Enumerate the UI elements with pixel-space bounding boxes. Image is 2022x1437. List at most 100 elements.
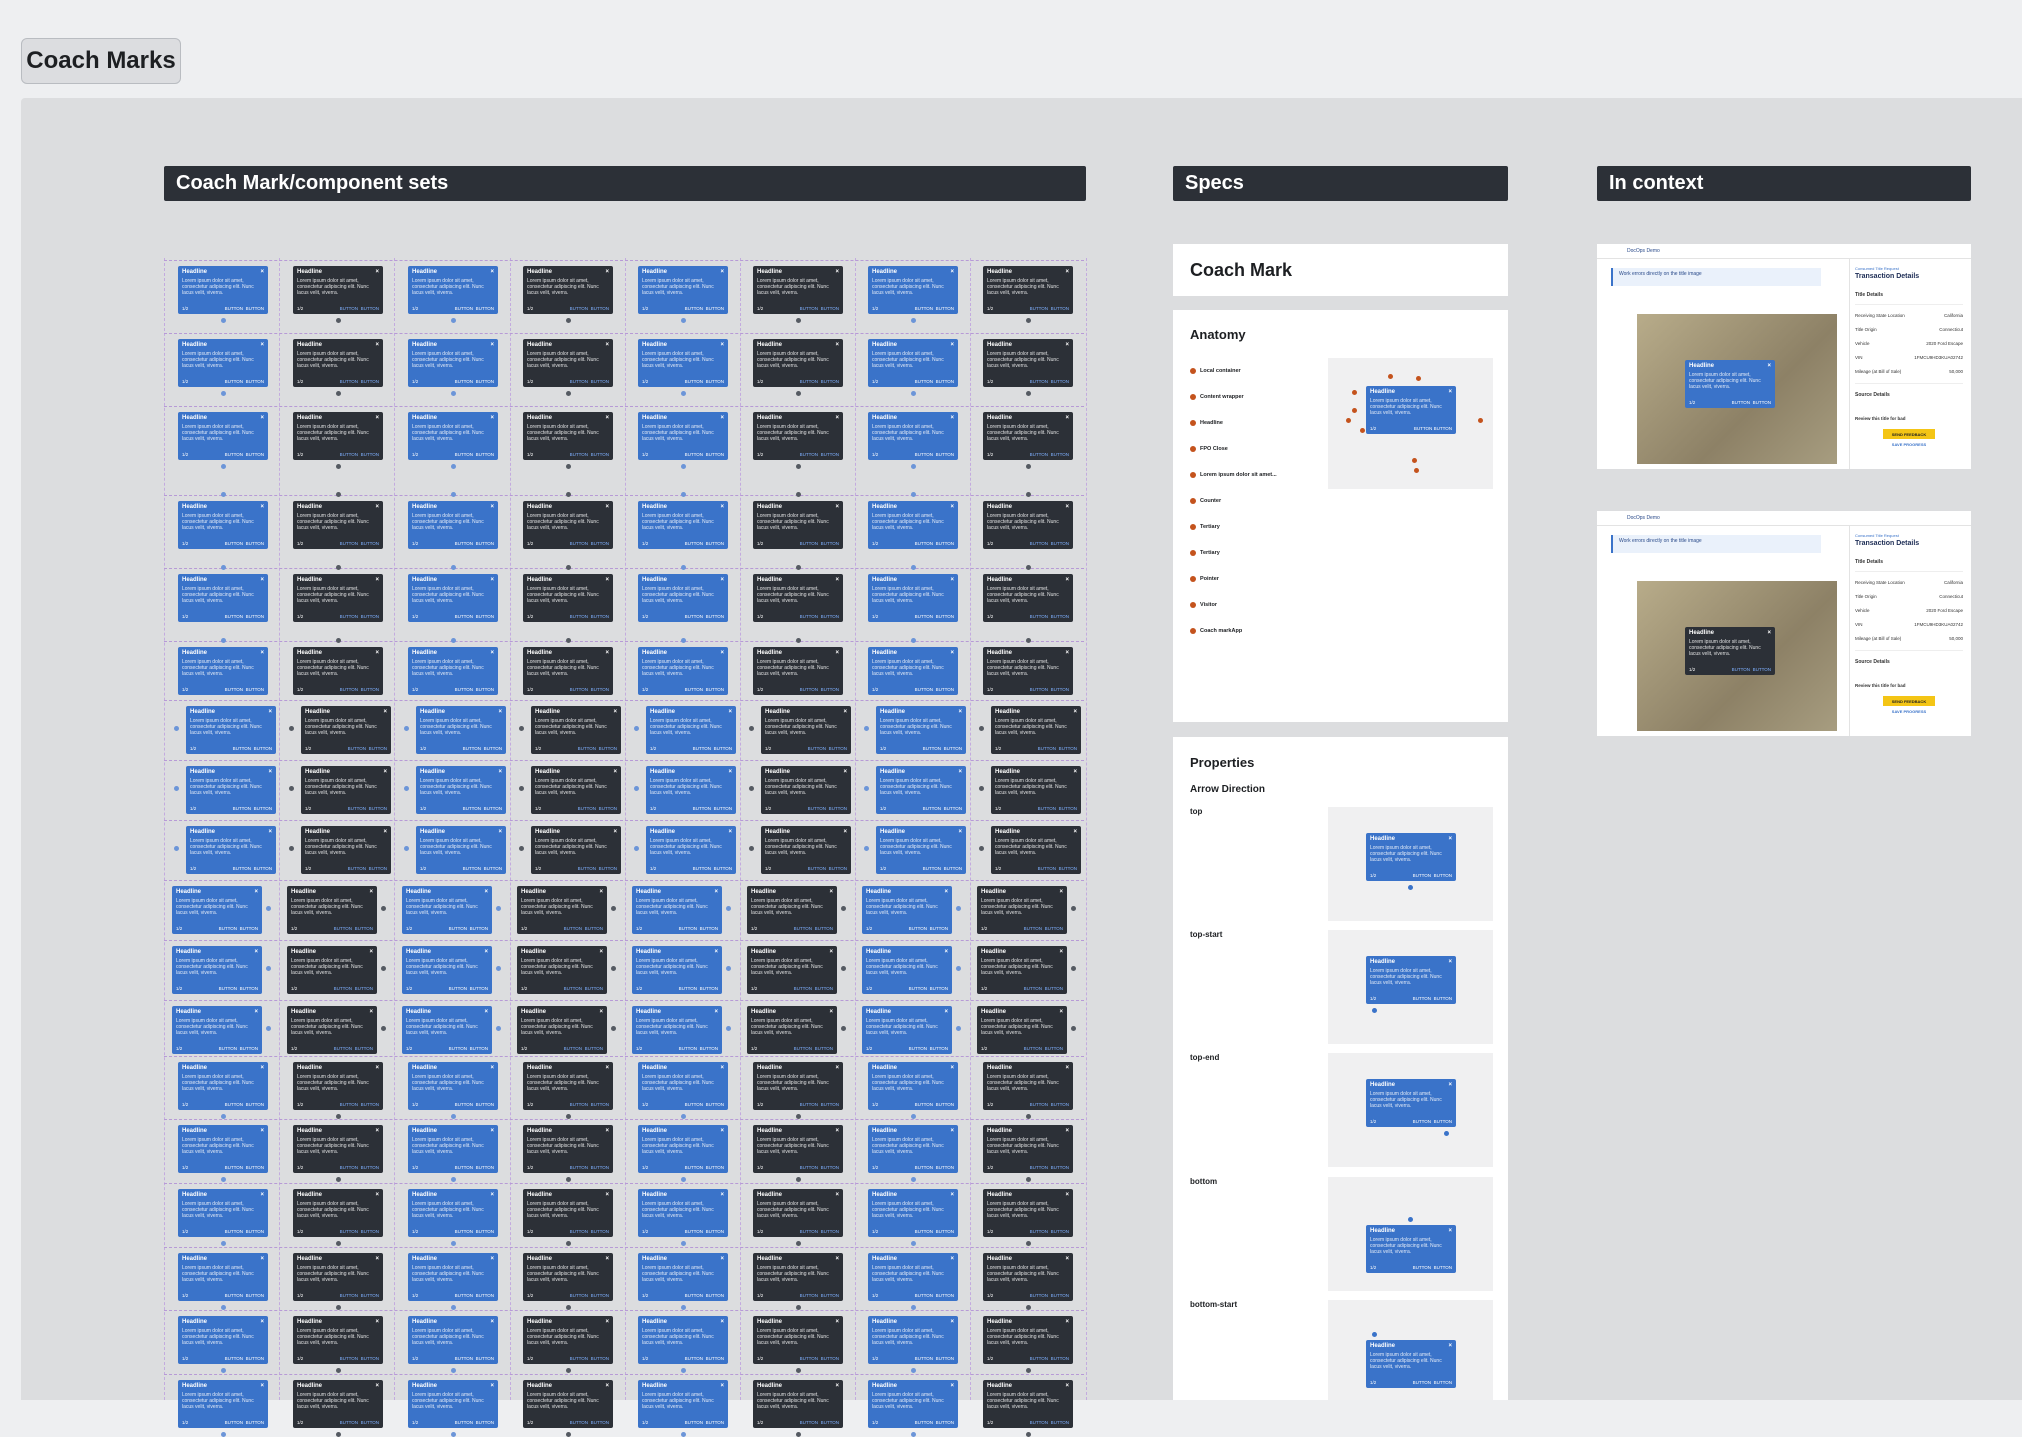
close-icon[interactable]: × xyxy=(835,1256,839,1262)
coach-mark-button[interactable]: BUTTON xyxy=(685,1102,703,1107)
coach-mark-button[interactable]: BUTTON xyxy=(455,452,473,457)
close-icon[interactable]: × xyxy=(605,504,609,510)
coach-mark-button[interactable]: BUTTON xyxy=(693,866,711,871)
coach-mark-button[interactable]: BUTTON xyxy=(800,1420,818,1425)
coach-mark-button[interactable]: BUTTON xyxy=(225,1356,243,1361)
close-icon[interactable]: × xyxy=(1065,1256,1069,1262)
coach-mark-button[interactable]: BUTTON xyxy=(470,986,488,991)
coach-mark-button[interactable]: BUTTON xyxy=(225,306,243,311)
coach-mark-button[interactable]: BUTTON xyxy=(944,806,962,811)
close-icon[interactable]: × xyxy=(944,1009,948,1015)
coach-mark-button[interactable]: BUTTON xyxy=(476,1356,494,1361)
close-icon[interactable]: × xyxy=(260,1192,264,1198)
coach-mark-button[interactable]: BUTTON xyxy=(794,1046,812,1051)
coach-mark-button[interactable]: BUTTON xyxy=(564,1046,582,1051)
close-icon[interactable]: × xyxy=(383,709,387,715)
close-icon[interactable]: × xyxy=(375,1383,379,1389)
coach-mark-button[interactable]: BUTTON xyxy=(476,614,494,619)
coach-mark-button[interactable]: BUTTON xyxy=(240,986,258,991)
coach-mark-button[interactable]: BUTTON xyxy=(909,986,927,991)
coach-mark-button[interactable]: BUTTON xyxy=(1024,986,1042,991)
coach-mark-button[interactable]: BUTTON xyxy=(361,1293,379,1298)
coach-mark-button[interactable]: BUTTON xyxy=(936,1293,954,1298)
close-icon[interactable]: × xyxy=(490,269,494,275)
coach-mark-button[interactable]: BUTTON xyxy=(578,806,596,811)
coach-mark-button[interactable]: BUTTON xyxy=(340,306,358,311)
coach-mark-button[interactable]: BUTTON xyxy=(1059,746,1077,751)
close-icon[interactable]: × xyxy=(605,1319,609,1325)
coach-mark-button[interactable]: BUTTON xyxy=(685,541,703,546)
close-icon[interactable]: × xyxy=(613,769,617,775)
coach-mark-button[interactable]: BUTTON xyxy=(591,687,609,692)
coach-mark-button[interactable]: BUTTON xyxy=(225,1293,243,1298)
close-icon[interactable]: × xyxy=(268,709,272,715)
coach-mark-button[interactable]: BUTTON xyxy=(564,926,582,931)
close-icon[interactable]: × xyxy=(260,504,264,510)
coach-mark-button[interactable]: BUTTON xyxy=(455,541,473,546)
coach-mark-button[interactable]: BUTTON xyxy=(340,541,358,546)
coach-mark-button[interactable]: BUTTON xyxy=(936,1165,954,1170)
coach-mark-button[interactable]: BUTTON xyxy=(915,306,933,311)
coach-mark-button[interactable]: BUTTON xyxy=(599,866,617,871)
coach-mark-button[interactable]: BUTTON xyxy=(455,614,473,619)
close-icon[interactable]: × xyxy=(950,1383,954,1389)
coach-mark-button[interactable]: BUTTON xyxy=(246,614,264,619)
coach-mark-button[interactable]: BUTTON xyxy=(706,379,724,384)
close-icon[interactable]: × xyxy=(1065,1383,1069,1389)
coach-mark-button[interactable]: BUTTON xyxy=(706,306,724,311)
coach-mark-button[interactable]: BUTTON xyxy=(591,1229,609,1234)
coach-mark-button[interactable]: BUTTON xyxy=(685,1293,703,1298)
coach-mark-button[interactable]: BUTTON xyxy=(1030,1165,1048,1170)
close-icon[interactable]: × xyxy=(1073,709,1077,715)
coach-mark-button[interactable]: BUTTON xyxy=(1024,1046,1042,1051)
coach-mark-button[interactable]: BUTTON xyxy=(246,1165,264,1170)
close-icon[interactable]: × xyxy=(950,1192,954,1198)
coach-mark-button[interactable]: BUTTON xyxy=(348,806,366,811)
coach-mark-button[interactable]: BUTTON xyxy=(355,986,373,991)
close-icon[interactable]: × xyxy=(950,1319,954,1325)
coach-mark-button[interactable]: BUTTON xyxy=(570,1229,588,1234)
close-icon[interactable]: × xyxy=(490,1383,494,1389)
coach-mark-button[interactable]: BUTTON xyxy=(808,746,826,751)
coach-mark-button[interactable]: BUTTON xyxy=(340,614,358,619)
coach-mark-button[interactable]: BUTTON xyxy=(455,1356,473,1361)
coach-mark-button[interactable]: BUTTON xyxy=(829,806,847,811)
coach-mark-button[interactable]: BUTTON xyxy=(1051,1420,1069,1425)
close-icon[interactable]: × xyxy=(1065,504,1069,510)
coach-mark-button[interactable]: BUTTON xyxy=(1030,452,1048,457)
coach-mark-button[interactable]: BUTTON xyxy=(800,614,818,619)
coach-mark-button[interactable]: BUTTON xyxy=(246,452,264,457)
coach-mark-button[interactable]: BUTTON xyxy=(1051,452,1069,457)
coach-mark-button[interactable]: BUTTON xyxy=(455,1165,473,1170)
coach-mark-button[interactable]: BUTTON xyxy=(361,1229,379,1234)
coach-mark-button[interactable]: BUTTON xyxy=(564,986,582,991)
coach-mark-button[interactable]: BUTTON xyxy=(930,986,948,991)
close-icon[interactable]: × xyxy=(843,829,847,835)
close-icon[interactable]: × xyxy=(599,889,603,895)
coach-mark-button[interactable]: BUTTON xyxy=(476,1102,494,1107)
close-icon[interactable]: × xyxy=(843,709,847,715)
coach-mark-button[interactable]: BUTTON xyxy=(714,806,732,811)
coach-mark-button[interactable]: BUTTON xyxy=(455,379,473,384)
coach-mark-button[interactable]: BUTTON xyxy=(808,866,826,871)
close-icon[interactable]: × xyxy=(254,949,258,955)
close-icon[interactable]: × xyxy=(720,1319,724,1325)
close-icon[interactable]: × xyxy=(484,1009,488,1015)
coach-mark-button[interactable]: BUTTON xyxy=(246,1229,264,1234)
coach-mark-button[interactable]: BUTTON xyxy=(936,1229,954,1234)
coach-mark-button[interactable]: BUTTON xyxy=(463,806,481,811)
save-progress-link[interactable]: SAVE PROGRESS xyxy=(1855,442,1963,447)
coach-mark-button[interactable]: BUTTON xyxy=(225,1420,243,1425)
coach-mark-button[interactable]: BUTTON xyxy=(585,1046,603,1051)
close-icon[interactable]: × xyxy=(375,1065,379,1071)
coach-mark-button[interactable]: BUTTON xyxy=(233,746,251,751)
coach-mark-button[interactable]: BUTTON xyxy=(219,1046,237,1051)
coach-mark-button[interactable]: BUTTON xyxy=(225,452,243,457)
coach-mark-button[interactable]: BUTTON xyxy=(455,1229,473,1234)
close-icon[interactable]: × xyxy=(1059,889,1063,895)
coach-mark-button[interactable]: BUTTON xyxy=(1024,926,1042,931)
coach-mark-button[interactable]: BUTTON xyxy=(923,806,941,811)
coach-mark-button[interactable]: BUTTON xyxy=(225,614,243,619)
close-icon[interactable]: × xyxy=(720,1065,724,1071)
coach-mark-button[interactable]: BUTTON xyxy=(240,1046,258,1051)
